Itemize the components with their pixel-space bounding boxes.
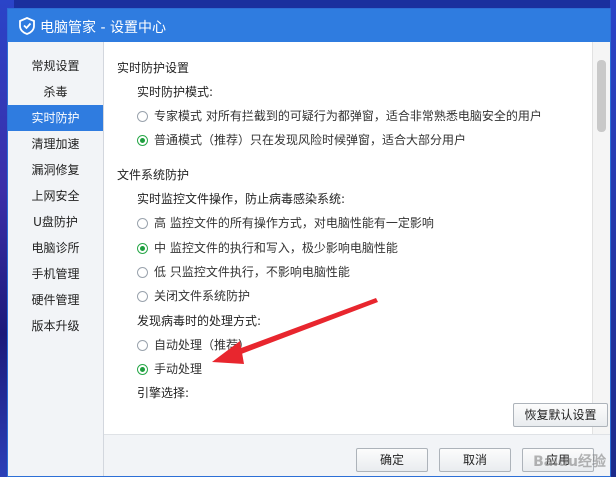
title-bar[interactable]: 电脑管家 - 设置中心 <box>8 9 610 42</box>
radio-label: 关闭文件系统防护 <box>154 289 251 303</box>
sidebar-item-hardware-manager[interactable]: 硬件管理 <box>8 287 103 313</box>
radio-button[interactable] <box>137 267 148 278</box>
radio-button[interactable] <box>137 291 148 302</box>
sidebar-item-web-security[interactable]: 上网安全 <box>8 183 103 209</box>
sidebar-item-pc-clinic[interactable]: 电脑诊所 <box>8 235 103 261</box>
settings-scroll-pane: 实时防护设置 实时防护模式: 专家模式 对所有拦截到的可疑行为都弹窗，适合非常熟… <box>104 42 593 400</box>
sidebar-item-vulnerability-fix[interactable]: 漏洞修复 <box>8 157 103 183</box>
realtime-section-title: 实时防护设置 <box>117 61 190 75</box>
sidebar-item-usb-protection[interactable]: U盘防护 <box>8 209 103 235</box>
sidebar-nav: 常规设置 杀毒 实时防护 清理加速 漏洞修复 上网安全 U盘防护 电脑诊所 手机… <box>8 42 104 476</box>
radio-auto-handle[interactable]: 自动处理（推荐） <box>137 336 250 353</box>
radio-label: 低 只监控文件执行，不影响电脑性能 <box>154 265 350 279</box>
radio-monitor-off[interactable]: 关闭文件系统防护 <box>137 287 250 304</box>
filesystem-section-title: 文件系统防护 <box>117 168 190 182</box>
radio-monitor-high[interactable]: 高 监控文件的所有操作方式，对电脑性能有一定影响 <box>137 214 434 231</box>
engine-selection-label: 引擎选择: <box>137 386 190 400</box>
radio-label: 手动处理 <box>154 362 203 376</box>
sidebar-item-general[interactable]: 常规设置 <box>8 53 103 79</box>
scroll-thumb[interactable] <box>597 60 606 132</box>
radio-label: 普通模式（推荐）只在发现风险时候弹窗，适合大部分用户 <box>154 133 467 147</box>
radio-button[interactable] <box>137 111 148 122</box>
realtime-mode-label: 实时防护模式: <box>137 85 214 99</box>
sidebar-item-cleanup[interactable]: 清理加速 <box>8 131 103 157</box>
window-title: 电脑管家 - 设置中心 <box>40 20 166 36</box>
settings-window: 电脑管家 - 设置中心 常规设置 杀毒 实时防护 清理加速 漏洞修复 上网安全 … <box>7 8 611 477</box>
radio-label: 自动处理（推荐） <box>154 338 251 352</box>
sidebar-item-version-upgrade[interactable]: 版本升级 <box>8 313 103 339</box>
sidebar-item-realtime-protection[interactable]: 实时防护 <box>8 105 103 131</box>
restore-defaults-button[interactable]: 恢复默认设置 <box>513 403 608 427</box>
radio-button[interactable] <box>137 218 148 229</box>
radio-normal-mode[interactable]: 普通模式（推荐）只在发现风险时候弹窗，适合大部分用户 <box>137 131 466 148</box>
radio-button-checked[interactable] <box>137 364 148 375</box>
ok-button[interactable]: 确定 <box>356 448 428 472</box>
sidebar-item-phone-manager[interactable]: 手机管理 <box>8 261 103 287</box>
radio-monitor-medium[interactable]: 中 监控文件的执行和写入，极少影响电脑性能 <box>137 239 398 256</box>
radio-monitor-low[interactable]: 低 只监控文件执行，不影响电脑性能 <box>137 263 350 280</box>
vertical-scrollbar[interactable] <box>592 42 610 462</box>
radio-label: 高 监控文件的所有操作方式，对电脑性能有一定影响 <box>154 216 434 230</box>
watermark-text: Baidu经验 <box>533 454 606 470</box>
radio-expert-mode[interactable]: 专家模式 对所有拦截到的可疑行为都弹窗，适合非常熟悉电脑安全的用户 <box>137 107 542 124</box>
settings-content: 实时防护设置 实时防护模式: 专家模式 对所有拦截到的可疑行为都弹窗，适合非常熟… <box>104 42 610 476</box>
radio-button-checked[interactable] <box>137 135 148 146</box>
radio-label: 专家模式 对所有拦截到的可疑行为都弹窗，适合非常熟悉电脑安全的用户 <box>154 109 542 123</box>
shield-logo-icon <box>19 17 35 35</box>
virus-handling-label: 发现病毒时的处理方式: <box>137 314 262 328</box>
radio-manual-handle[interactable]: 手动处理 <box>137 360 202 377</box>
filesystem-monitor-label: 实时监控文件操作，防止病毒感染系统: <box>137 192 346 206</box>
radio-button-checked[interactable] <box>137 243 148 254</box>
cancel-button[interactable]: 取消 <box>439 448 511 472</box>
radio-button[interactable] <box>137 340 148 351</box>
sidebar-item-antivirus[interactable]: 杀毒 <box>8 79 103 105</box>
radio-label: 中 监控文件的执行和写入，极少影响电脑性能 <box>154 241 398 255</box>
